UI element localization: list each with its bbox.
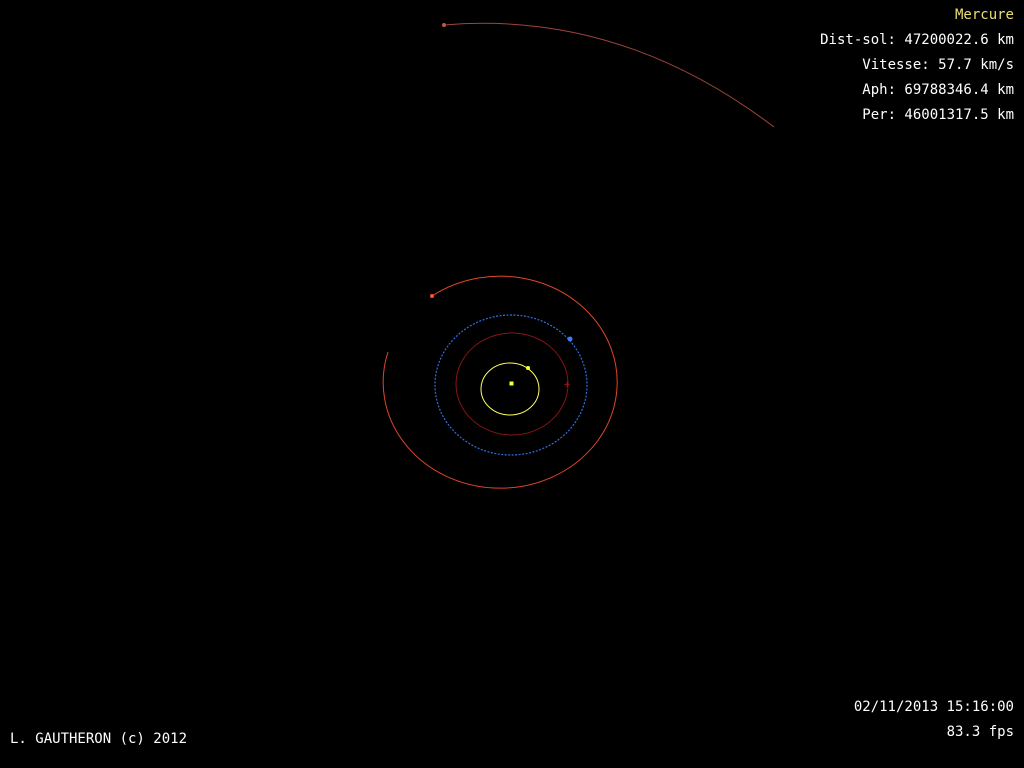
mercury-orbit — [480, 362, 540, 416]
orbital-speed: Vitesse: 57.7 km/s — [862, 57, 1014, 73]
venus-marker[interactable]: + — [563, 380, 571, 390]
fps-counter: 83.3 fps — [946, 724, 1014, 740]
sun — [509, 381, 514, 386]
simulation-datetime: 02/11/2013 15:16:00 — [853, 699, 1014, 715]
aphelion-distance: Aph: 69788346.4 km — [862, 82, 1014, 98]
perihelion-distance: Per: 46001317.5 km — [862, 107, 1014, 123]
mars-planet[interactable] — [430, 294, 434, 298]
sun-distance: Dist-sol: 47200022.6 km — [820, 32, 1014, 48]
outer-planet-orbit — [443, 22, 775, 128]
status-panel: 02/11/2013 15:16:00 83.3 fps — [854, 698, 1014, 748]
outer-planet[interactable] — [442, 23, 446, 27]
mercury-planet[interactable] — [526, 366, 530, 370]
simulation-screen: + Mercure Dist-sol: 47200022.6 km Vitess… — [0, 0, 1024, 768]
mars-orbit — [382, 275, 618, 489]
planet-info-panel: Mercure Dist-sol: 47200022.6 km Vitesse:… — [820, 6, 1014, 131]
author-credit: L. GAUTHERON (c) 2012 — [10, 731, 188, 747]
selected-planet-name: Mercure — [954, 7, 1014, 23]
earth-planet[interactable] — [567, 336, 573, 342]
